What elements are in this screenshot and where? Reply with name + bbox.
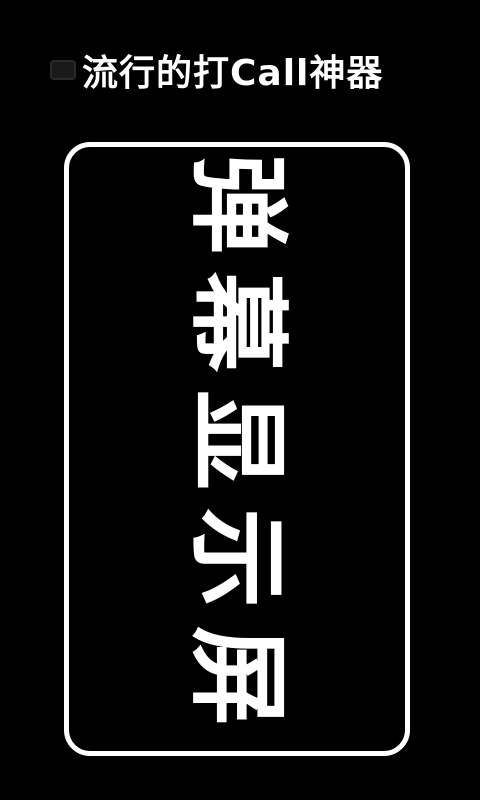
app-header: 流行的打Call神器 xyxy=(46,42,466,98)
danmu-display-frame[interactable]: 弹幕显示屏 xyxy=(64,142,410,756)
ticket-icon xyxy=(46,53,80,87)
danmu-display-text: 弹幕显示屏 xyxy=(179,154,296,744)
header-title: 流行的打Call神器 xyxy=(82,53,384,94)
